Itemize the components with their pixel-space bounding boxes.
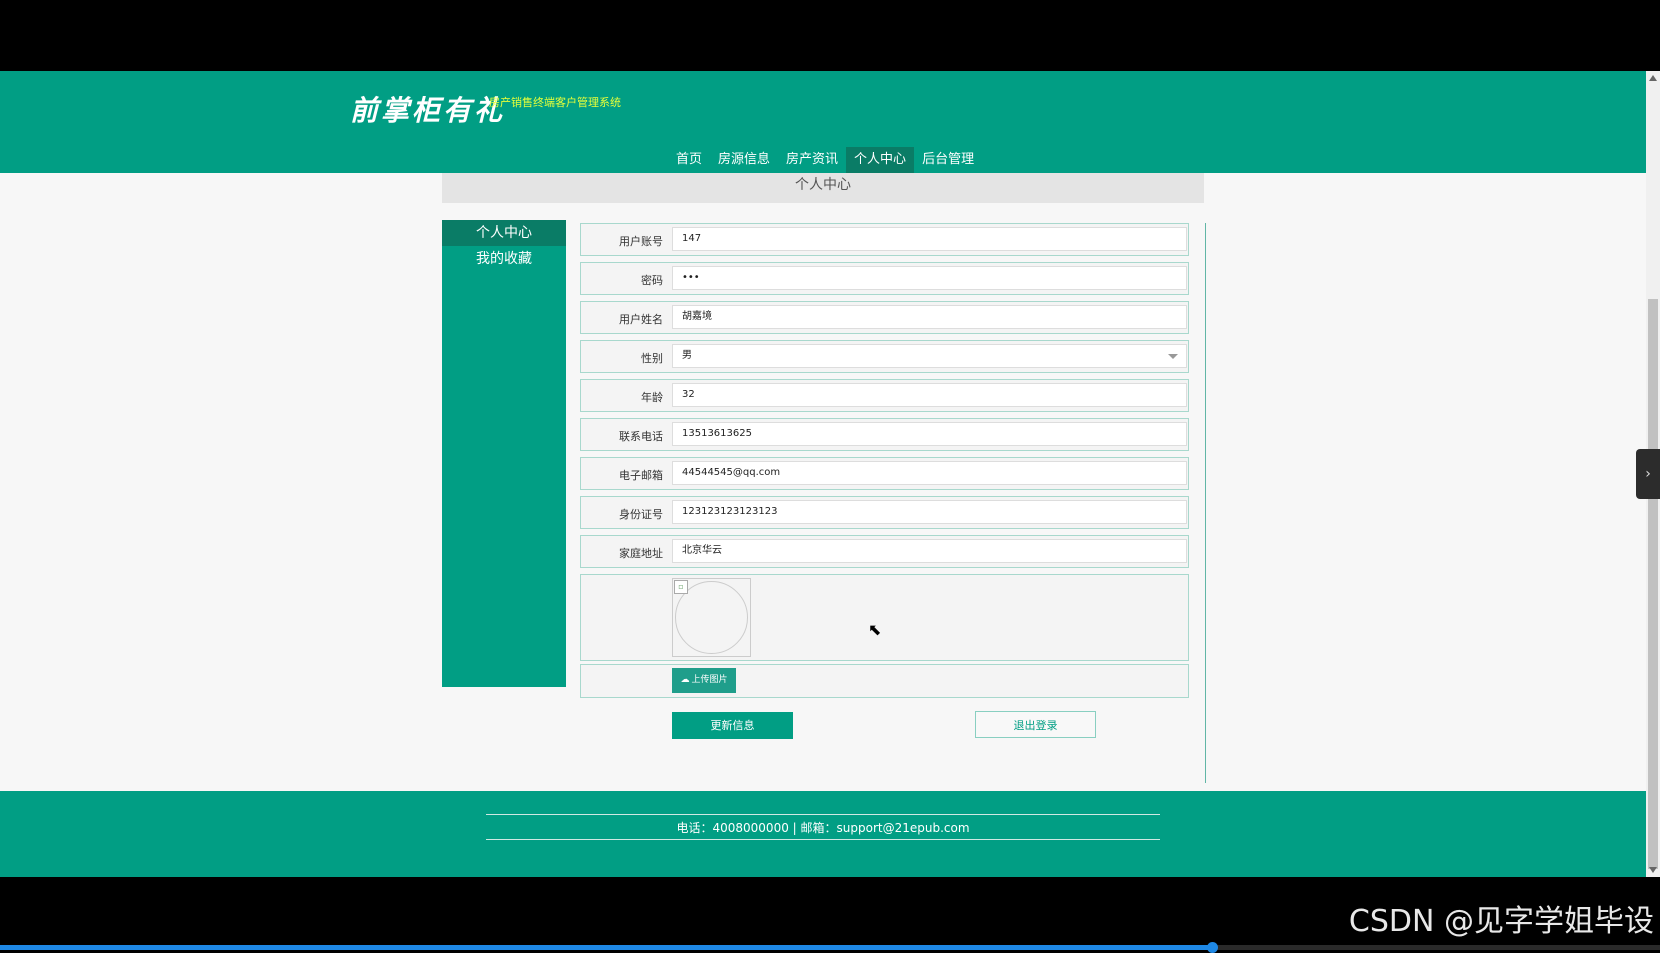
avatar: ▫ [672, 578, 751, 657]
age-input[interactable]: 32 [672, 383, 1187, 407]
gender-label: 性别 [641, 352, 663, 365]
address-input[interactable]: 北京华云 [672, 539, 1187, 563]
browser-viewport: 前掌柜有礼 房产销售终端客户管理系统 首页 房源信息 房产资讯 个人中心 后台管… [0, 71, 1646, 877]
site-logo[interactable]: 前掌柜有礼 [350, 89, 505, 129]
nav-item-listings[interactable]: 房源信息 [710, 147, 778, 173]
mouse-cursor-icon: ⬉ [868, 620, 882, 639]
form-row-account: 用户账号 147 [580, 223, 1189, 256]
page-title: 个人中心 [442, 173, 1204, 203]
form-row-name: 用户姓名 胡嘉境 [580, 301, 1189, 334]
name-input[interactable]: 胡嘉境 [672, 305, 1187, 329]
footer-contact: 电话：4008000000 | 邮箱：support@21epub.com [676, 821, 970, 835]
sidebar: 个人中心 我的收藏 [442, 220, 566, 687]
age-label: 年龄 [641, 391, 663, 404]
account-input[interactable]: 147 [672, 227, 1187, 251]
scroll-down-arrow-icon[interactable] [1649, 867, 1657, 873]
scroll-up-arrow-icon[interactable] [1649, 75, 1657, 81]
account-label: 用户账号 [619, 235, 663, 248]
nav-item-profile[interactable]: 个人中心 [846, 147, 915, 173]
chevron-right-icon[interactable]: › [1636, 449, 1660, 499]
name-label: 用户姓名 [619, 313, 663, 326]
phone-input[interactable]: 13513613625 [672, 422, 1187, 446]
sidebar-item-profile[interactable]: 个人中心 [442, 220, 566, 246]
main-nav: 首页 房源信息 房产资讯 个人中心 后台管理 [668, 147, 982, 173]
update-button[interactable]: 更新信息 [672, 712, 793, 739]
nav-item-home[interactable]: 首页 [668, 147, 710, 173]
form-row-idcard: 身份证号 123123123123123 [580, 496, 1189, 529]
footer-divider-bottom [486, 839, 1160, 840]
site-header: 前掌柜有礼 房产销售终端客户管理系统 首页 房源信息 房产资讯 个人中心 后台管… [0, 71, 1646, 173]
idcard-label: 身份证号 [619, 508, 663, 521]
site-subtitle: 房产销售终端客户管理系统 [489, 96, 621, 109]
scroll-thumb[interactable] [1648, 299, 1658, 869]
form-row-age: 年龄 32 [580, 379, 1189, 412]
upload-image-button[interactable]: ☁ 上传图片 [672, 668, 736, 693]
phone-label: 联系电话 [619, 430, 663, 443]
form-row-phone: 联系电话 13513613625 [580, 418, 1189, 451]
address-label: 家庭地址 [619, 547, 663, 560]
upload-row: ☁ 上传图片 [580, 664, 1189, 698]
form-row-address: 家庭地址 北京华云 [580, 535, 1189, 568]
form-row-password: 密码 ••• [580, 262, 1189, 295]
video-progress-bar[interactable] [0, 942, 1660, 953]
upload-button-label: 上传图片 [691, 675, 728, 685]
profile-form: 用户账号 147 密码 ••• 用户姓名 胡嘉境 性别 男 年龄 32 联系电话… [580, 223, 1206, 783]
email-input[interactable]: 44544545@qq.com [672, 461, 1187, 485]
video-progress-fill [0, 945, 1212, 950]
gender-select[interactable]: 男 [672, 344, 1187, 368]
logout-button[interactable]: 退出登录 [975, 711, 1096, 738]
nav-item-admin[interactable]: 后台管理 [914, 147, 982, 173]
watermark: CSDN @见字学姐毕设 [1348, 904, 1654, 939]
email-label: 电子邮箱 [619, 469, 663, 482]
avatar-row: ▫ [580, 574, 1189, 661]
form-row-email: 电子邮箱 44544545@qq.com [580, 457, 1189, 490]
cloud-upload-icon: ☁ [680, 675, 690, 685]
form-row-gender: 性别 男 [580, 340, 1189, 373]
sidebar-item-favorites[interactable]: 我的收藏 [442, 246, 566, 272]
broken-image-icon: ▫ [674, 580, 688, 594]
video-progress-knob[interactable] [1206, 942, 1218, 953]
nav-item-news[interactable]: 房产资讯 [778, 147, 846, 173]
idcard-input[interactable]: 123123123123123 [672, 500, 1187, 524]
site-footer: 电话：4008000000 | 邮箱：support@21epub.com [0, 791, 1646, 877]
footer-divider-top [486, 814, 1160, 815]
gender-selected-value: 男 [682, 350, 692, 361]
chevron-down-icon [1168, 354, 1178, 359]
password-input[interactable]: ••• [672, 266, 1187, 290]
password-label: 密码 [641, 274, 663, 287]
